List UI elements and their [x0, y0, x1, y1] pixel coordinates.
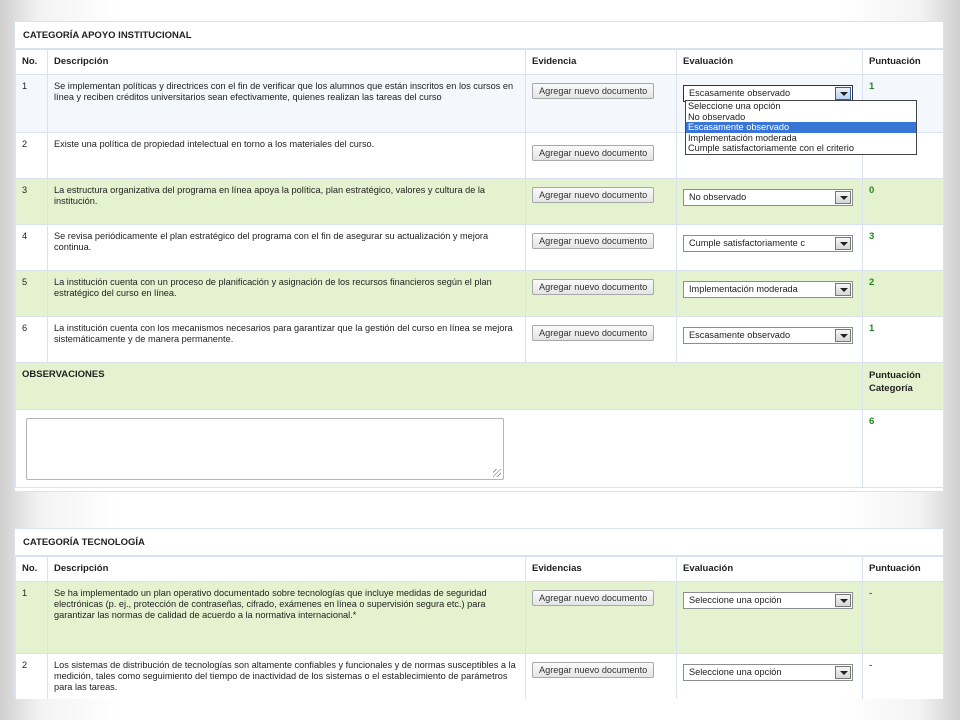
table-row: 5 La institución cuenta con un proceso d… [15, 270, 944, 317]
category-apoyo-panel: CATEGORÍA APOYO INSTITUCIONAL No. Descri… [14, 21, 944, 492]
evaluation-dropdown-list: Seleccione una opción No observado Escas… [685, 100, 917, 155]
dropdown-option[interactable]: No observado [686, 112, 916, 123]
observations-header-row: OBSERVACIONES Puntuación Categoría [15, 362, 944, 410]
chevron-down-icon[interactable] [835, 237, 851, 250]
observations-textarea[interactable] [26, 418, 504, 480]
dropdown-option[interactable]: Cumple satisfactoriamente con el criteri… [686, 143, 916, 154]
category-score-value: 6 [869, 416, 875, 427]
select-value: Cumple satisfactoriamente c [689, 238, 805, 248]
col-header-evaluation: Evaluación [676, 556, 863, 582]
table-header-row: No. Descripción Evidencias Evaluación Pu… [15, 556, 943, 582]
row-number: 6 [15, 316, 48, 363]
score-value: 2 [869, 277, 875, 288]
row-number: 4 [15, 224, 48, 271]
score-value: 0 [869, 185, 875, 196]
table-row: 2 Los sistemas de distribución de tecnol… [15, 653, 943, 699]
select-value: Implementación moderada [689, 284, 798, 294]
chevron-down-icon[interactable] [835, 329, 851, 342]
row-description: La institución cuenta con un proceso de … [47, 270, 526, 317]
select-value: Escasamente observado [689, 330, 791, 340]
select-value: No observado [689, 192, 747, 202]
row-description: Se revisa periódicamente el plan estraté… [47, 224, 526, 271]
score-value: 1 [869, 323, 875, 334]
select-value: Escasamente observado [689, 88, 791, 98]
evaluation-select[interactable]: No observado [683, 189, 853, 206]
row-number: 2 [15, 132, 48, 179]
chevron-down-icon[interactable] [835, 87, 851, 100]
score-value: - [869, 660, 873, 671]
col-header-no: No. [15, 556, 48, 582]
add-document-button[interactable]: Agregar nuevo documento [532, 662, 655, 678]
evaluation-select[interactable]: Seleccione una opción [683, 664, 853, 681]
add-document-button[interactable]: Agregar nuevo documento [532, 187, 655, 203]
evaluation-select[interactable]: Seleccione una opción [683, 592, 853, 609]
dropdown-option[interactable]: Seleccione una opción [686, 101, 916, 112]
row-description: Existe una política de propiedad intelec… [47, 132, 526, 179]
category-score-label: Puntuación Categoría [862, 362, 944, 410]
dropdown-option-selected[interactable]: Escasamente observado [686, 122, 916, 133]
col-header-evidence: Evidencia [525, 49, 677, 75]
chevron-down-icon[interactable] [835, 666, 851, 679]
table-row: 3 La estructura organizativa del program… [15, 178, 944, 225]
select-value: Seleccione una opción [689, 595, 782, 605]
table-row: 1 Se ha implementado un plan operativo d… [15, 581, 943, 654]
table-row: 4 Se revisa periódicamente el plan estra… [15, 224, 944, 271]
resize-grip-icon[interactable] [493, 469, 501, 477]
row-description: Se implementan políticas y directrices c… [47, 74, 526, 133]
add-document-button[interactable]: Agregar nuevo documento [532, 233, 655, 249]
col-header-no: No. [15, 49, 48, 75]
add-document-button[interactable]: Agregar nuevo documento [532, 279, 655, 295]
criteria-table: No. Descripción Evidencias Evaluación Pu… [15, 556, 943, 699]
observations-label: OBSERVACIONES [15, 362, 863, 410]
row-number: 5 [15, 270, 48, 317]
add-document-button[interactable]: Agregar nuevo documento [532, 83, 655, 99]
add-document-button[interactable]: Agregar nuevo documento [532, 590, 655, 606]
row-description: Los sistemas de distribución de tecnolog… [47, 653, 526, 699]
row-description: Se ha implementado un plan operativo doc… [47, 581, 526, 654]
category-tecnologia-panel: CATEGORÍA TECNOLOGÍA No. Descripción Evi… [14, 528, 944, 699]
col-header-score: Puntuación [862, 556, 943, 582]
add-document-button[interactable]: Agregar nuevo documento [532, 325, 655, 341]
chevron-down-icon[interactable] [835, 594, 851, 607]
add-document-button[interactable]: Agregar nuevo documento [532, 145, 655, 161]
observations-row: 6 [15, 409, 944, 488]
row-number: 1 [15, 581, 48, 654]
row-description: La institución cuenta con los mecanismos… [47, 316, 526, 363]
score-value: - [869, 588, 873, 599]
table-row: 6 La institución cuenta con los mecanism… [15, 316, 944, 363]
table-header-row: No. Descripción Evidencia Evaluación Pun… [15, 49, 944, 75]
col-header-score: Puntuación [862, 49, 944, 75]
score-value: 3 [869, 231, 875, 242]
col-header-description: Descripción [47, 556, 526, 582]
chevron-down-icon[interactable] [835, 283, 851, 296]
category-title: CATEGORÍA APOYO INSTITUCIONAL [15, 22, 943, 49]
evaluation-select[interactable]: Implementación moderada [683, 281, 853, 298]
row-number: 2 [15, 653, 48, 699]
category-title: CATEGORÍA TECNOLOGÍA [15, 529, 943, 556]
evaluation-select[interactable]: Escasamente observado [683, 327, 853, 344]
col-header-evidence: Evidencias [525, 556, 677, 582]
select-value: Seleccione una opción [689, 667, 782, 677]
evaluation-select[interactable]: Cumple satisfactoriamente c [683, 235, 853, 252]
row-number: 3 [15, 178, 48, 225]
row-number: 1 [15, 74, 48, 133]
dropdown-option[interactable]: Implementación moderada [686, 133, 916, 144]
chevron-down-icon[interactable] [835, 191, 851, 204]
col-header-evaluation: Evaluación [676, 49, 863, 75]
score-value: 1 [869, 81, 875, 92]
row-description: La estructura organizativa del programa … [47, 178, 526, 225]
col-header-description: Descripción [47, 49, 526, 75]
